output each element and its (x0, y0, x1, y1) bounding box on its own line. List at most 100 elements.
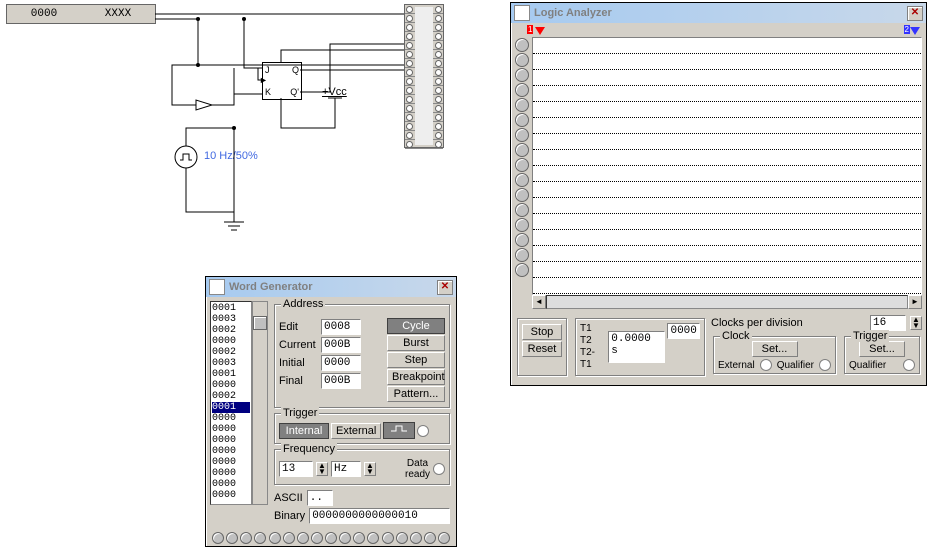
clock-qualifier-radio[interactable] (819, 359, 831, 371)
close-icon[interactable]: ✕ (437, 280, 453, 295)
window-icon (514, 5, 530, 21)
binary-label: Binary (274, 510, 305, 522)
t2-label: T2 (580, 335, 605, 347)
trigger-set-button[interactable]: Set... (859, 341, 905, 357)
final-label: Final (279, 375, 321, 387)
address-group: Address Edit0008 Current000B Initial0000… (274, 304, 450, 408)
frequency-field[interactable]: 13 (279, 461, 313, 477)
breakpoint-button[interactable]: Breakpoint (387, 369, 445, 385)
trigger-qualifier-radio[interactable] (903, 359, 915, 371)
address-list-item[interactable]: 0000 (212, 468, 250, 479)
cycle-button[interactable]: Cycle (387, 318, 445, 334)
pattern-button[interactable]: Pattern... (387, 386, 445, 402)
trigger-qualifier-label: Qualifier (849, 360, 886, 371)
address-list-item[interactable]: 0001 (212, 303, 250, 314)
address-list-item[interactable]: 0002 (212, 347, 250, 358)
frequency-group: Frequency 13 ▲▼ Hz ▲▼ Data ready (274, 449, 450, 485)
edit-field[interactable]: 0008 (321, 319, 361, 335)
clock-label: 10 Hz/50% (204, 150, 258, 162)
frequency-legend: Frequency (281, 443, 337, 455)
address-list-item[interactable]: 0000 (212, 424, 250, 435)
logic-analyzer-window: Logic Analyzer ✕ 1 2 (510, 2, 927, 386)
t1-label: T1 (580, 323, 605, 335)
address-list-item[interactable]: 0000 (212, 446, 250, 457)
logic-analyzer-title: Logic Analyzer (534, 7, 907, 19)
marker-2-label: 2 (904, 25, 910, 34)
marker-1[interactable] (535, 27, 545, 35)
address-list-item[interactable]: 0000 (212, 479, 250, 490)
address-list-item[interactable]: 0000 (212, 413, 250, 424)
ascii-field[interactable]: .. (307, 490, 333, 506)
display-left: 0000 (31, 8, 57, 20)
close-icon[interactable]: ✕ (907, 6, 923, 21)
clock-set-button[interactable]: Set... (752, 341, 798, 357)
cpd-spinner[interactable]: ▲▼ (910, 316, 922, 330)
trigger-group: Trigger Internal External (274, 413, 450, 444)
unit-spinner[interactable]: ▲▼ (364, 462, 376, 476)
initial-field[interactable]: 0000 (321, 355, 361, 371)
channel-indicators (515, 37, 529, 295)
window-icon (209, 279, 225, 295)
data-ready-label: Data ready (405, 458, 430, 480)
final-field[interactable]: 000B (321, 373, 361, 389)
address-list-item[interactable]: 0001 (212, 369, 250, 380)
address-list[interactable]: 0001000300020000000200030001000000020001… (210, 301, 252, 505)
ascii-label: ASCII (274, 492, 303, 504)
trigger-group-legend: Trigger (851, 330, 889, 342)
display-right: XXXX (105, 8, 131, 20)
waveform-scrollbar[interactable] (546, 295, 908, 309)
address-list-item[interactable]: 0000 (212, 457, 250, 468)
clocks-per-division-label: Clocks per division (711, 317, 866, 329)
data-ready-indicator (433, 463, 445, 475)
internal-button[interactable]: Internal (279, 423, 329, 439)
address-list-item[interactable]: 0002 (212, 325, 250, 336)
address-list-item[interactable]: 0003 (212, 314, 250, 325)
step-button[interactable]: Step (387, 352, 445, 368)
address-scrollbar[interactable] (252, 301, 268, 505)
address-list-item[interactable]: 0001 (212, 402, 250, 413)
address-list-item[interactable]: 0002 (212, 391, 250, 402)
initial-label: Initial (279, 357, 321, 369)
trigger-legend: Trigger (281, 407, 319, 419)
clock-external-radio[interactable] (760, 359, 772, 371)
address-list-item[interactable]: 0000 (212, 336, 250, 347)
clocks-per-division-field[interactable]: 16 (870, 315, 906, 331)
word-generator-titlebar[interactable]: Word Generator ✕ (206, 277, 456, 297)
waveform-display[interactable] (532, 37, 922, 295)
external-button[interactable]: External (331, 423, 381, 439)
edit-label: Edit (279, 321, 321, 333)
scroll-left-button[interactable]: ◄ (532, 295, 546, 309)
address-legend: Address (281, 298, 325, 310)
time-right-field: 0000 (667, 323, 700, 339)
address-list-item[interactable]: 0000 (212, 490, 250, 501)
word-generator-pins (206, 530, 456, 546)
trigger-edge-button[interactable] (383, 422, 415, 439)
logic-analyzer-titlebar[interactable]: Logic Analyzer ✕ (511, 3, 926, 23)
freq-spinner[interactable]: ▲▼ (316, 462, 328, 476)
address-list-item[interactable]: 0000 (212, 380, 250, 391)
clock-qualifier-label: Qualifier (777, 360, 814, 371)
burst-button[interactable]: Burst (387, 335, 445, 351)
reset-button[interactable]: Reset (522, 341, 562, 357)
address-list-item[interactable]: 0003 (212, 358, 250, 369)
clock-group-legend: Clock (720, 330, 752, 342)
marker-2[interactable] (910, 27, 920, 35)
stop-button[interactable]: Stop (522, 324, 562, 340)
t2t1-label: T2-T1 (580, 347, 605, 371)
external-label: External (718, 360, 755, 371)
time-field: 0.0000 s (608, 331, 665, 363)
word-generator-window: Word Generator ✕ 00010003000200000002000… (205, 276, 457, 547)
current-label: Current (279, 339, 321, 351)
trigger-radio[interactable] (417, 425, 429, 437)
jk-k-pin: K (265, 87, 271, 97)
scroll-right-button[interactable]: ► (908, 295, 922, 309)
address-list-item[interactable]: 0000 (212, 435, 250, 446)
logic-analyzer-connector (404, 4, 444, 148)
current-field[interactable]: 000B (321, 337, 361, 353)
frequency-unit[interactable]: Hz (331, 461, 361, 477)
jk-j-pin: J (265, 65, 270, 75)
jk-qn-pin: Q' (290, 87, 299, 97)
jk-flip-flop: J ► K Q Q' (262, 62, 302, 100)
marker-1-label: 1 (527, 25, 533, 34)
display-bar: 0000 XXXX (6, 4, 156, 24)
